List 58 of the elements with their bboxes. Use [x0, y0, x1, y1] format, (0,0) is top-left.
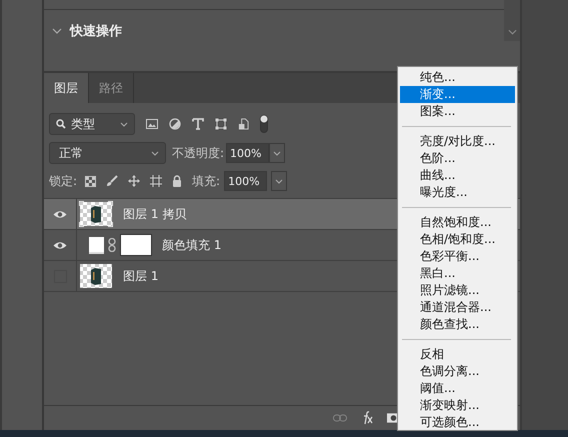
menu-item[interactable]: 亮度/对比度... — [400, 133, 515, 150]
chevron-down-icon[interactable] — [52, 28, 62, 34]
menu-item[interactable]: 曝光度... — [400, 184, 515, 201]
menu-item[interactable]: 色相/饱和度... — [400, 231, 515, 248]
menu-item[interactable]: 渐变映射... — [400, 397, 515, 414]
menu-item[interactable]: 通道混合器... — [400, 299, 515, 316]
caret-icon — [151, 150, 159, 156]
eye-icon[interactable] — [53, 210, 67, 218]
caret-icon — [275, 178, 284, 184]
half-circle-icon[interactable] — [169, 118, 181, 130]
caret-icon — [120, 122, 128, 126]
opacity-label: 不透明度: — [172, 144, 224, 162]
menu-item[interactable]: 曲线... — [400, 167, 515, 184]
menu-item[interactable]: 色阶... — [400, 150, 515, 167]
artboard-icon[interactable] — [150, 175, 162, 187]
opacity-field[interactable]: 100% — [226, 143, 270, 163]
lock-icon[interactable] — [172, 175, 182, 187]
move-icon[interactable] — [128, 175, 140, 187]
brush-icon[interactable] — [106, 175, 118, 187]
caret-icon — [273, 150, 282, 156]
eye-icon[interactable] — [53, 240, 67, 250]
layer-name: 颜色填充 1 — [162, 236, 222, 254]
dropdown-button[interactable] — [271, 171, 288, 191]
layer-thumbnail — [79, 201, 113, 227]
dropdown-button[interactable] — [269, 143, 286, 163]
menu-item[interactable]: 色调分离... — [400, 363, 515, 380]
menu-item[interactable]: 颜色查找... — [400, 316, 515, 333]
menu-item[interactable]: 黑白... — [400, 265, 515, 282]
menu-item[interactable]: 渐变... — [400, 86, 515, 103]
panel-tab[interactable]: 路径 — [89, 73, 134, 103]
checkerboard-icon[interactable] — [85, 176, 96, 186]
layer-name: 图层 1 拷贝 — [123, 206, 186, 222]
color-swatch[interactable] — [89, 236, 104, 254]
link-icon[interactable] — [108, 238, 116, 252]
fill-field[interactable]: 100% — [224, 171, 268, 191]
section-title: 快速操作 — [70, 22, 122, 40]
transform-icon[interactable] — [215, 118, 227, 130]
fill-label: 填充: — [192, 172, 220, 190]
menu-item[interactable]: 反相 — [400, 346, 515, 363]
menu-item[interactable]: 纯色... — [400, 69, 515, 86]
menu-item[interactable]: 图案... — [400, 103, 515, 120]
menu-item[interactable]: 自然饱和度... — [400, 214, 515, 231]
layer-thumbnail — [79, 263, 113, 289]
image-icon[interactable] — [146, 119, 158, 129]
lock-label: 锁定: — [49, 172, 78, 190]
filter-dropdown[interactable]: 类型 — [49, 113, 135, 135]
smart-object-icon[interactable] — [238, 118, 249, 130]
menu-item[interactable]: 阈值... — [400, 380, 515, 397]
scrollbar[interactable] — [504, 0, 520, 41]
search-icon — [56, 119, 66, 129]
layer-name: 图层 1 — [123, 268, 158, 284]
panel-tab[interactable]: 图层 — [44, 73, 89, 103]
chevron-down-icon[interactable] — [508, 29, 516, 35]
toggle-switch[interactable] — [260, 115, 268, 133]
blend-mode-dropdown[interactable]: 正常 — [49, 142, 166, 164]
menu-item[interactable]: 可选颜色... — [400, 414, 515, 431]
type-icon[interactable] — [192, 118, 204, 130]
layer-mask-thumbnail[interactable] — [120, 234, 152, 256]
